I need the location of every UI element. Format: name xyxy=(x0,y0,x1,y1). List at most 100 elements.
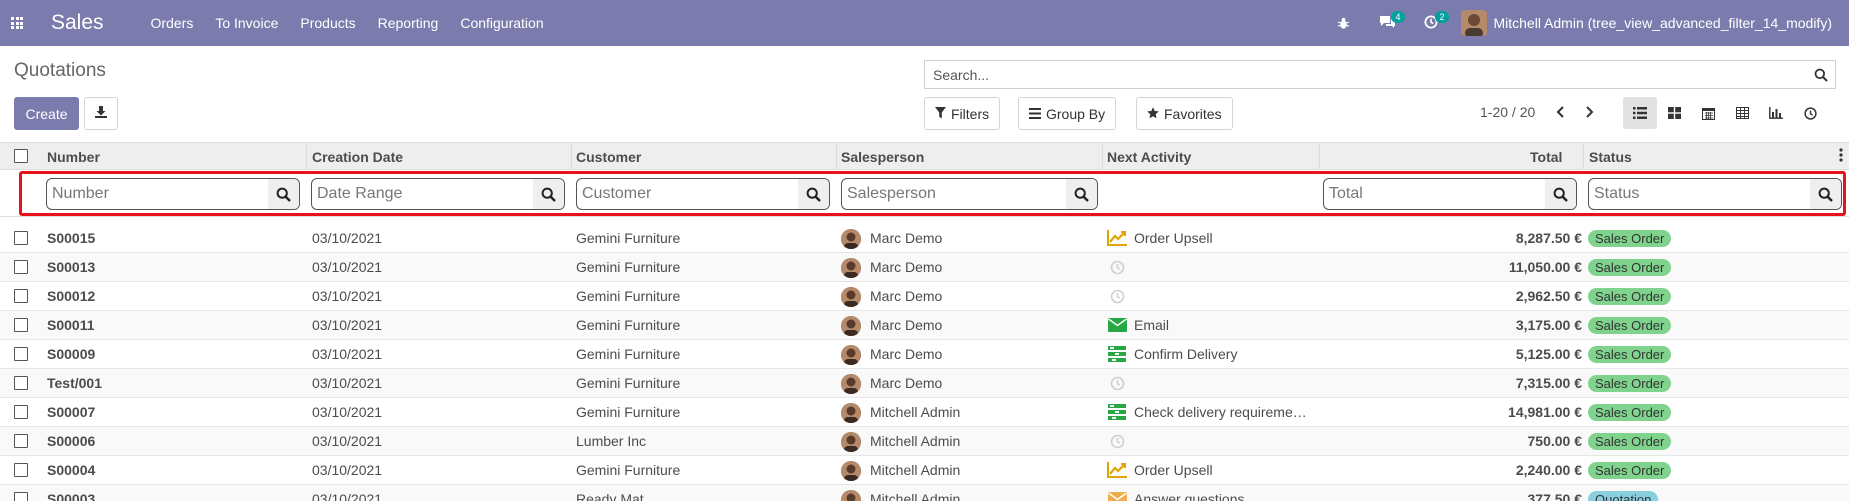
order-total: 8,287.50 € xyxy=(1515,230,1582,246)
total-filter-input[interactable] xyxy=(1324,180,1545,208)
pivot-view-icon[interactable] xyxy=(1725,97,1759,129)
debug-bug-icon[interactable] xyxy=(1321,0,1365,46)
activity-view-icon[interactable] xyxy=(1793,97,1827,129)
tasks-icon[interactable] xyxy=(1107,403,1127,421)
salesperson-avatar xyxy=(841,403,861,423)
menu-to-invoice[interactable]: To Invoice xyxy=(204,0,289,46)
row-checkbox[interactable] xyxy=(14,434,28,448)
export-button[interactable] xyxy=(84,97,118,130)
table-row[interactable]: S00004 03/10/2021 Gemini Furniture Mitchell… xyxy=(0,456,1849,485)
row-checkbox[interactable] xyxy=(14,463,28,477)
column-total[interactable]: Total xyxy=(1530,149,1562,165)
menu-reporting[interactable]: Reporting xyxy=(367,0,450,46)
column-resize-handle[interactable] xyxy=(306,143,307,169)
upsell-chart-icon[interactable] xyxy=(1107,461,1127,479)
row-checkbox[interactable] xyxy=(14,376,28,390)
table-row[interactable]: S00015 03/10/2021 Gemini Furniture Marc Dem… xyxy=(0,224,1849,253)
pager-next-icon[interactable] xyxy=(1579,102,1599,122)
search-icon[interactable] xyxy=(1066,179,1097,209)
row-checkbox[interactable] xyxy=(14,231,28,245)
table-row[interactable]: S00009 03/10/2021 Gemini Furniture Marc Dem… xyxy=(0,340,1849,369)
app-brand[interactable]: Sales xyxy=(51,11,104,35)
creation-date: 03/10/2021 xyxy=(312,346,383,362)
table-row[interactable]: S00006 03/10/2021 Lumber Inc Mitchell Admin… xyxy=(0,427,1849,456)
table-row[interactable]: S00012 03/10/2021 Gemini Furniture Marc Dem… xyxy=(0,282,1849,311)
row-checkbox[interactable] xyxy=(14,260,28,274)
column-customer[interactable]: Customer xyxy=(576,149,641,165)
column-next-activity[interactable]: Next Activity xyxy=(1107,149,1191,165)
apps-menu-icon[interactable] xyxy=(3,0,31,46)
email-icon[interactable] xyxy=(1107,316,1127,334)
column-resize-handle[interactable] xyxy=(1583,143,1584,169)
calendar-view-icon[interactable] xyxy=(1691,97,1725,129)
column-status[interactable]: Status xyxy=(1589,149,1632,165)
status-filter-input[interactable] xyxy=(1589,180,1810,208)
salesperson-name: Marc Demo xyxy=(870,288,943,304)
status-badge: Sales Order xyxy=(1588,462,1672,479)
table-row[interactable]: S00013 03/10/2021 Gemini Furniture Marc Dem… xyxy=(0,253,1849,282)
search-icon[interactable] xyxy=(533,179,564,209)
search-icon[interactable] xyxy=(1807,68,1835,82)
status-filter xyxy=(1588,178,1842,210)
row-checkbox[interactable] xyxy=(14,492,28,501)
column-resize-handle[interactable] xyxy=(1102,143,1103,169)
pager-previous-icon[interactable] xyxy=(1550,102,1570,122)
order-number: S00003 xyxy=(47,491,96,501)
activity-summary: Confirm Delivery xyxy=(1134,346,1238,362)
search-icon[interactable] xyxy=(798,179,829,209)
customer-filter-input[interactable] xyxy=(577,180,798,208)
clock-icon[interactable] xyxy=(1107,432,1127,450)
column-resize-handle[interactable] xyxy=(1319,143,1320,169)
table-row[interactable]: Test/001 03/10/2021 Gemini Furniture Marc D… xyxy=(0,369,1849,398)
search-input[interactable] xyxy=(925,61,1807,88)
row-checkbox[interactable] xyxy=(14,347,28,361)
pager-value[interactable]: 1-20 / 20 xyxy=(1480,104,1535,120)
optional-columns-icon[interactable] xyxy=(1839,148,1843,165)
order-number: S00007 xyxy=(47,404,96,420)
row-checkbox[interactable] xyxy=(14,318,28,332)
messages-button[interactable]: 4 xyxy=(1365,0,1409,46)
column-salesperson[interactable]: Salesperson xyxy=(841,149,924,165)
search-icon[interactable] xyxy=(268,179,299,209)
clock-icon[interactable] xyxy=(1107,258,1127,276)
table-row[interactable]: S00007 03/10/2021 Gemini Furniture Mitchell… xyxy=(0,398,1849,427)
table-row[interactable]: S00011 03/10/2021 Gemini Furniture Marc Dem… xyxy=(0,311,1849,340)
upsell-chart-icon[interactable] xyxy=(1107,229,1127,247)
list-view-icon[interactable] xyxy=(1623,97,1657,129)
table-row[interactable]: S00003 03/10/2021 Ready Mat Mitchell Admin A… xyxy=(0,485,1849,501)
kanban-view-icon[interactable] xyxy=(1657,97,1691,129)
filters-button[interactable]: Filters xyxy=(924,97,1001,130)
group-by-button[interactable]: Group By xyxy=(1018,97,1117,130)
row-checkbox[interactable] xyxy=(14,405,28,419)
user-menu[interactable]: Mitchell Admin (tree_view_advanced_filte… xyxy=(1453,10,1849,36)
favorites-button[interactable]: Favorites xyxy=(1136,97,1233,130)
menu-configuration[interactable]: Configuration xyxy=(449,0,554,46)
number-filter-input[interactable] xyxy=(47,180,268,208)
activity-summary: Check delivery requireme… xyxy=(1134,404,1307,420)
email-warning-icon[interactable] xyxy=(1107,490,1127,501)
clock-icon[interactable] xyxy=(1107,374,1127,392)
search-icon[interactable] xyxy=(1810,179,1841,209)
search-icon[interactable] xyxy=(1545,179,1576,209)
tasks-icon[interactable] xyxy=(1107,345,1127,363)
filters-label: Filters xyxy=(951,105,990,122)
column-creation-date[interactable]: Creation Date xyxy=(312,149,403,165)
column-resize-handle[interactable] xyxy=(571,143,572,169)
menu-products[interactable]: Products xyxy=(289,0,366,46)
order-number: S00004 xyxy=(47,462,96,478)
row-checkbox[interactable] xyxy=(14,289,28,303)
select-all-checkbox[interactable] xyxy=(14,149,28,163)
creation-date: 03/10/2021 xyxy=(312,288,383,304)
salesperson-name: Mitchell Admin xyxy=(870,404,961,420)
activities-button[interactable]: 2 xyxy=(1409,0,1453,46)
clock-icon[interactable] xyxy=(1107,287,1127,305)
date-range-filter-input[interactable] xyxy=(312,180,533,208)
create-button[interactable]: Create xyxy=(14,97,79,130)
salesperson-filter-input[interactable] xyxy=(842,180,1066,208)
column-resize-handle[interactable] xyxy=(836,143,837,169)
graph-view-icon[interactable] xyxy=(1759,97,1793,129)
creation-date: 03/10/2021 xyxy=(312,375,383,391)
order-number: S00012 xyxy=(47,288,96,304)
column-number[interactable]: Number xyxy=(47,149,100,165)
menu-orders[interactable]: Orders xyxy=(140,0,205,46)
